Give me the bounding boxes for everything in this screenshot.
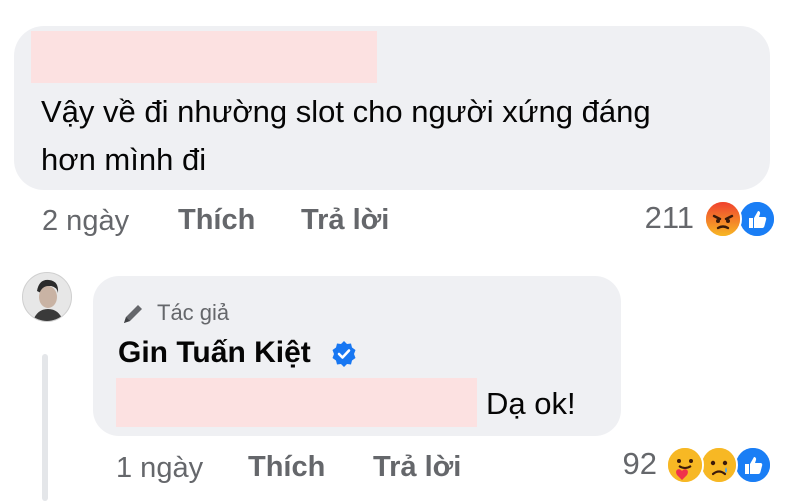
thread-line <box>42 354 48 501</box>
author-name[interactable]: Gin Tuấn Kiệt <box>118 336 311 370</box>
redacted-author-name <box>31 31 377 83</box>
like-button[interactable]: Thích <box>178 204 255 237</box>
redacted-text <box>116 378 477 427</box>
comment-text-line-1: Vậy về đi nhường slot cho người xứng đán… <box>41 94 651 129</box>
care-icon[interactable] <box>666 446 704 484</box>
pen-icon <box>120 301 146 332</box>
reply-text: Dạ ok! <box>486 386 576 421</box>
reply-like-button[interactable]: Thích <box>248 451 325 484</box>
comment-text-line-2: hơn mình đi <box>41 142 207 177</box>
avatar[interactable] <box>22 272 72 322</box>
reply-button[interactable]: Trả lời <box>301 204 389 237</box>
reply-bubble: Tác giả Gin Tuấn Kiệt Dạ ok! <box>93 276 621 436</box>
reply-reaction-count[interactable]: 92 <box>600 446 657 482</box>
like-icon[interactable] <box>734 446 772 484</box>
comment-timestamp[interactable]: 2 ngày <box>42 205 129 238</box>
angry-icon[interactable] <box>704 200 742 238</box>
reply-timestamp[interactable]: 1 ngày <box>116 452 203 485</box>
author-badge: Tác giả <box>157 300 230 325</box>
like-icon[interactable] <box>738 200 776 238</box>
sad-icon[interactable] <box>700 446 738 484</box>
reply-reply-button[interactable]: Trả lời <box>373 451 461 484</box>
verified-badge-icon <box>330 340 358 373</box>
reaction-count[interactable]: 211 <box>628 200 694 236</box>
comment-bubble: Vậy về đi nhường slot cho người xứng đán… <box>14 26 770 190</box>
